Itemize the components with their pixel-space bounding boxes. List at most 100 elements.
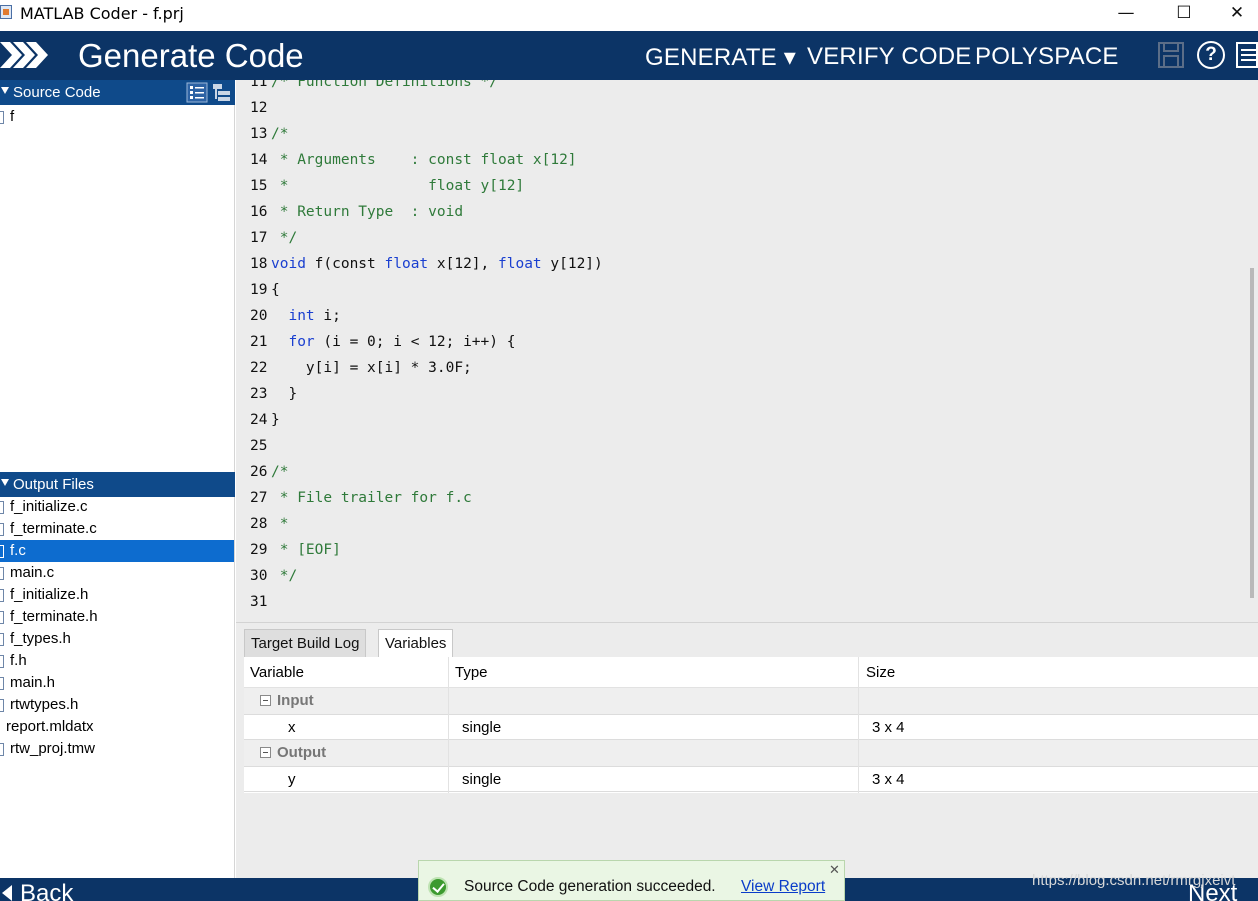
output-file-name: rtwtypes.h [10,696,79,713]
collapse-minus-icon[interactable] [260,695,271,706]
minimize-button[interactable]: — [1103,0,1149,28]
group-row-input[interactable]: Input [244,688,1258,714]
column-header-size[interactable]: Size [866,664,895,681]
output-file-item-selected[interactable]: f.c [0,540,234,562]
view-report-link[interactable]: View Report [741,878,825,896]
file-icon [0,567,4,580]
variable-type: single [462,771,502,788]
output-file-name: rtw_proj.tmw [10,740,96,757]
verify-code-button[interactable]: VERIFY CODE [807,43,971,71]
table-row[interactable]: x single 3 x 4 [244,714,1258,740]
help-icon[interactable]: ? [1197,41,1225,69]
polyspace-button[interactable]: POLYSPACE [975,43,1119,71]
file-icon [0,677,4,690]
file-icon [0,633,4,646]
code-line: 15 * float y[12] [250,178,525,194]
output-file-item[interactable]: f_initialize.h [0,584,234,606]
collapse-minus-icon[interactable] [260,747,271,758]
code-line: 26/* [250,464,289,480]
success-notification: Source Code generation succeeded. View R… [418,860,845,901]
success-check-icon [428,877,448,897]
source-code-panel-title: Source Code [13,84,101,101]
list-view-icon[interactable] [186,82,208,103]
table-header: Variable Type Size [244,657,1258,688]
output-file-name: main.h [10,674,56,691]
column-header-variable[interactable]: Variable [250,664,304,681]
back-arrow-icon[interactable] [2,885,12,901]
output-file-item[interactable]: f_terminate.h [0,606,234,628]
column-header-type[interactable]: Type [455,664,488,681]
close-window-button[interactable]: ✕ [1214,0,1258,28]
save-icon[interactable] [1157,41,1185,69]
close-notification-icon[interactable]: ✕ [829,862,840,878]
code-line: 20 int i; [250,308,341,324]
back-button[interactable]: Back [20,880,73,901]
tab-target-build-log[interactable]: Target Build Log [244,629,367,657]
source-file-name: f [10,108,15,125]
code-line: 11/* Function Definitions */ [250,80,498,90]
output-files-panel-title: Output Files [13,476,94,493]
code-line: 25 [250,438,268,454]
output-files-panel-header[interactable]: Output Files [0,472,235,497]
output-file-name: f_initialize.c [10,498,88,515]
maximize-button[interactable]: ☐ [1161,0,1207,28]
file-icon [0,501,4,514]
output-file-item[interactable]: f_types.h [0,628,234,650]
notification-message: Source Code generation succeeded. [464,878,716,895]
code-scrollbar[interactable] [1246,80,1258,622]
variable-name: y [288,771,296,788]
code-line: 19{ [250,282,280,298]
table-row[interactable]: y single 3 x 4 [244,766,1258,792]
window-titlebar: MATLAB Coder - f.prj — ☐ ✕ [0,0,1258,31]
file-icon [0,611,4,624]
column-divider[interactable] [448,657,449,793]
variables-table: Variable Type Size Input x single 3 x 4 … [244,657,1258,793]
code-line: 12 [250,100,268,116]
watermark-text: https://blog.csdn.net/rmrgjxeivt [1032,872,1236,889]
file-icon [0,699,4,712]
output-file-name: f_terminate.h [10,608,98,625]
output-file-item[interactable]: f_initialize.c [0,496,234,518]
app-header: Generate Code GENERATE ▾ VERIFY CODE POL… [0,31,1258,80]
output-file-item[interactable]: main.c [0,562,234,584]
workflow-chevrons-icon[interactable] [0,40,50,70]
source-file-item[interactable]: f [0,106,234,128]
collapse-triangle-icon[interactable] [1,479,9,486]
group-label: Output [277,744,327,761]
output-file-item[interactable]: report.mldatx [0,716,234,738]
scrollbar-thumb[interactable] [1250,268,1254,598]
tab-variables[interactable]: Variables [378,629,454,657]
code-line: 31 [250,594,268,610]
output-file-item[interactable]: rtwtypes.h [0,694,234,716]
output-file-item[interactable]: main.h [0,672,234,694]
output-file-name: f_terminate.c [10,520,97,537]
variable-size: 3 x 4 [872,719,905,736]
output-tabs-pane: Target Build Log Variables Variable Type… [236,622,1258,878]
output-file-name: report.mldatx [6,718,94,735]
source-code-panel-header[interactable]: Source Code [0,80,235,105]
output-file-item[interactable]: f.h [0,650,234,672]
code-line: 14 * Arguments : const float x[12] [250,152,577,168]
code-line: 28 * [250,516,289,532]
code-line: 17 */ [250,230,298,246]
code-line: 21 for (i = 0; i < 12; i++) { [250,334,516,350]
matlab-coder-app-icon [0,5,12,19]
file-icon [0,655,4,668]
code-line: 27 * File trailer for f.c [250,490,472,506]
code-viewer[interactable]: 11/* Function Definitions */ 12 13/* 14 … [236,80,1258,622]
output-file-item[interactable]: f_terminate.c [0,518,234,540]
collapse-triangle-icon[interactable] [1,87,9,94]
file-icon [0,743,4,756]
code-line: 22 y[i] = x[i] * 3.0F; [250,360,472,376]
menu-icon[interactable] [1236,41,1258,69]
tree-view-icon[interactable] [212,83,232,102]
generate-menu-button[interactable]: GENERATE ▾ [645,43,796,72]
output-file-name: f.h [10,652,27,669]
code-line: 23 } [250,386,298,402]
code-line: 30 */ [250,568,298,584]
group-label: Input [277,692,314,709]
column-divider[interactable] [858,657,859,793]
output-file-item[interactable]: rtw_proj.tmw [0,738,234,760]
output-file-name: f_initialize.h [10,586,89,603]
group-row-output[interactable]: Output [244,740,1258,766]
